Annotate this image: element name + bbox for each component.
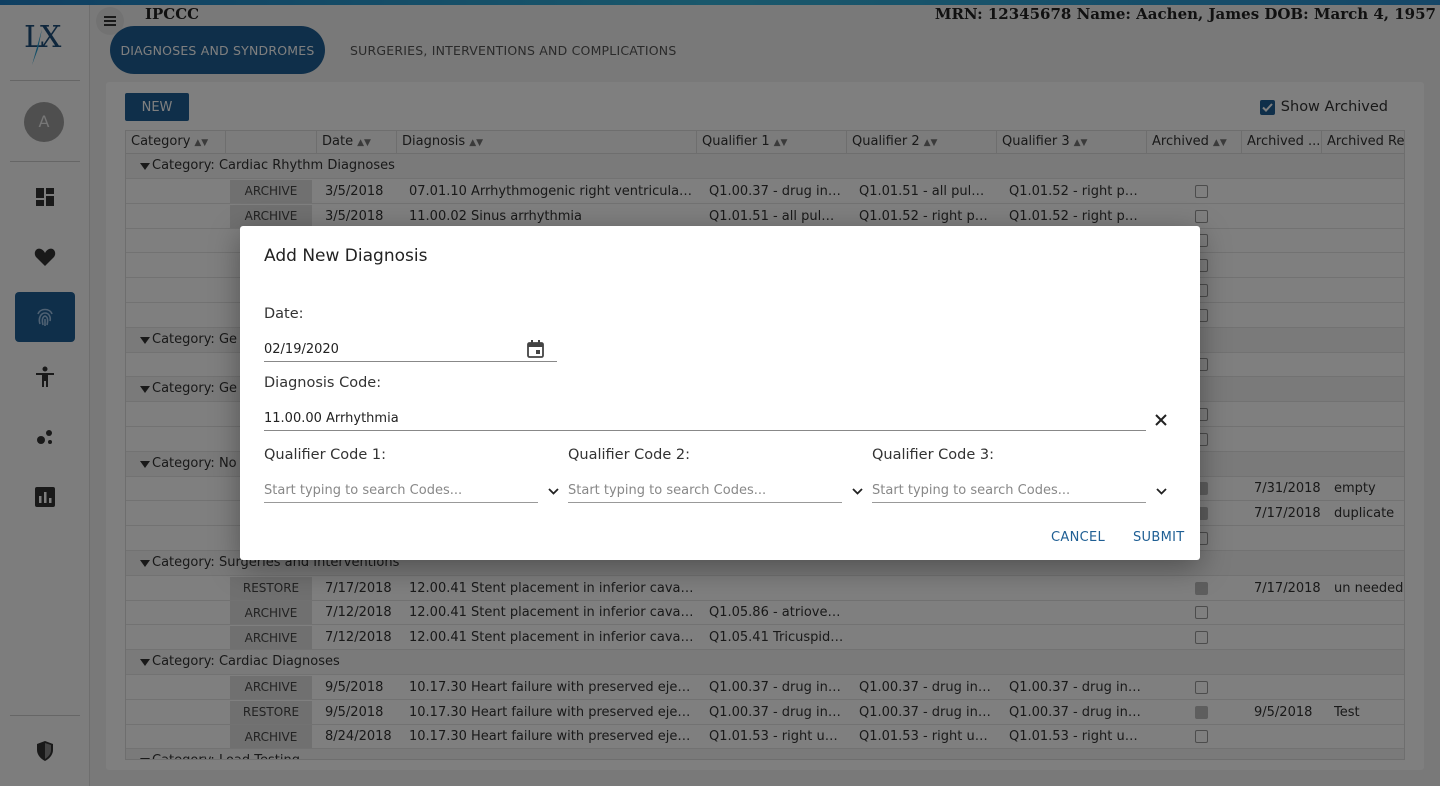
qualifier-code-3-input[interactable]: Start typing to search Codes...	[872, 479, 1146, 503]
diagnosis-code-label: Diagnosis Code:	[264, 375, 382, 391]
date-label: Date:	[264, 306, 304, 322]
qualifier-code-1-input[interactable]: Start typing to search Codes...	[264, 479, 538, 503]
cancel-button[interactable]: CANCEL	[1051, 530, 1105, 545]
chevron-down-icon[interactable]	[544, 482, 562, 500]
qualifier-code-2-label: Qualifier Code 2:	[568, 447, 691, 463]
add-diagnosis-dialog: Add New Diagnosis Date: 02/19/2020 Diagn…	[240, 226, 1200, 560]
chevron-down-icon[interactable]	[848, 482, 866, 500]
submit-button[interactable]: SUBMIT	[1133, 530, 1184, 545]
qualifier-code-1-label: Qualifier Code 1:	[264, 447, 387, 463]
qualifier-code-2-input[interactable]: Start typing to search Codes...	[568, 479, 842, 503]
calendar-icon[interactable]	[524, 338, 546, 360]
date-input[interactable]: 02/19/2020	[264, 338, 557, 362]
dialog-title: Add New Diagnosis	[264, 246, 428, 266]
qualifier-code-3-label: Qualifier Code 3:	[872, 447, 995, 463]
clear-icon[interactable]	[1150, 409, 1172, 431]
chevron-down-icon[interactable]	[1152, 482, 1170, 500]
diagnosis-code-input[interactable]: 11.00.00 Arrhythmia	[264, 407, 1146, 431]
